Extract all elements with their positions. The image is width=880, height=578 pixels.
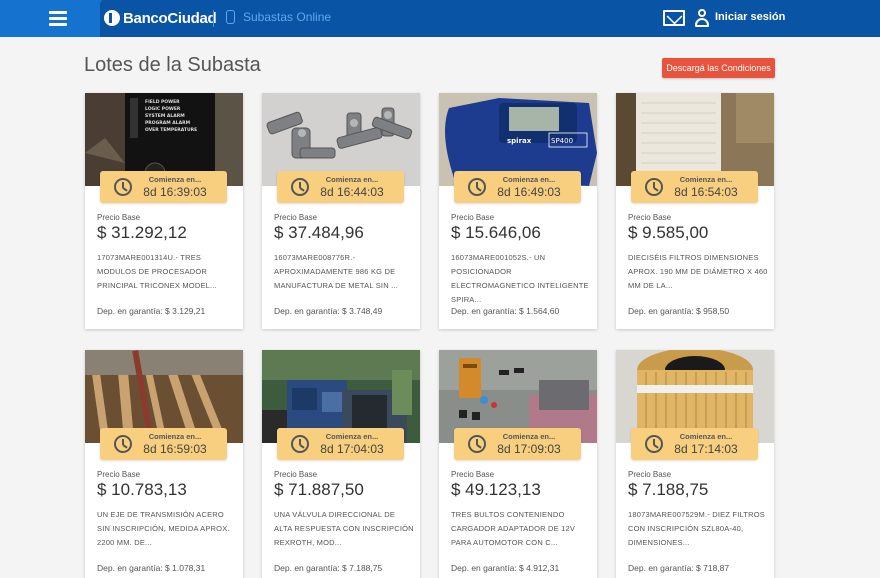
- lot-description: TRES BULTOS CONTENIENDO CARGADOR ADAPTAD…: [451, 510, 576, 547]
- brand-name: BancoCiudad: [123, 9, 217, 27]
- lot-card[interactable]: FIELD POWER LOGIC POWER SYSTEM ALARM PROGRA…: [85, 93, 243, 329]
- mouse-icon: [226, 10, 235, 24]
- countdown-badge: Comienza en... 8d 16:39:03: [100, 171, 227, 203]
- lot-card[interactable]: Comienza en... 8d 17:14:03 Precio Base $…: [616, 350, 774, 578]
- guarantee-deposit: Dep. en garantía: $ 7.188,75: [274, 563, 383, 573]
- countdown-badge: Comienza en... 8d 16:54:03: [631, 171, 758, 203]
- login-link[interactable]: Iniciar sesión: [715, 11, 785, 23]
- mail-icon[interactable]: [663, 10, 685, 26]
- price-label: Precio Base: [628, 470, 672, 479]
- countdown-value: 8d 17:09:03: [497, 442, 561, 456]
- header-accent-slant: [80, 0, 102, 37]
- base-price: $ 7.188,75: [628, 480, 709, 499]
- countdown-label: Comienza en...: [325, 432, 379, 441]
- countdown-value: 8d 16:39:03: [143, 185, 207, 199]
- menu-icon[interactable]: [49, 11, 67, 26]
- banco-ciudad-logo-icon: [104, 10, 120, 26]
- countdown-label: Comienza en...: [148, 175, 202, 184]
- svg-text:OVER TEMPERATURE: OVER TEMPERATURE: [145, 127, 197, 133]
- lot-description: UN EJE DE TRANSMISIÓN ACERO SIN INSCRIPC…: [97, 510, 230, 547]
- countdown-value: 8d 16:59:03: [143, 442, 207, 456]
- countdown-value: 8d 16:49:03: [497, 185, 561, 199]
- guarantee-deposit: Dep. en garantía: $ 3.129,21: [97, 306, 206, 316]
- price-label: Precio Base: [274, 213, 318, 222]
- svg-text:FIELD POWER: FIELD POWER: [145, 99, 180, 105]
- header-divider: [213, 10, 214, 27]
- countdown-badge: Comienza en... 8d 16:59:03: [100, 428, 227, 460]
- subastas-online-link[interactable]: Subastas Online: [226, 10, 331, 24]
- countdown-badge: Comienza en... 8d 16:44:03: [277, 171, 404, 203]
- lot-description: 16073MARE001052S.- UN POSICIONADOR ELECT…: [451, 253, 589, 304]
- lot-card[interactable]: spirax SP400 Comienza en... 8d 16:49:03 P…: [439, 93, 597, 329]
- price-label: Precio Base: [451, 470, 495, 479]
- lot-description: DIECISÉIS FILTROS DIMENSIONES APROX. 190…: [628, 253, 768, 290]
- base-price: $ 49.123,13: [451, 480, 541, 499]
- user-icon[interactable]: [695, 9, 709, 27]
- guarantee-deposit: Dep. en garantía: $ 4.912,31: [451, 563, 560, 573]
- countdown-value: 8d 16:44:03: [320, 185, 384, 199]
- price-label: Precio Base: [97, 213, 141, 222]
- lot-card[interactable]: Comienza en... 8d 16:54:03 Precio Base $…: [616, 93, 774, 329]
- price-label: Precio Base: [451, 213, 495, 222]
- base-price: $ 9.585,00: [628, 223, 709, 242]
- guarantee-deposit: Dep. en garantía: $ 958,50: [628, 306, 730, 316]
- countdown-label: Comienza en...: [502, 175, 556, 184]
- svg-text:SYSTEM ALARM: SYSTEM ALARM: [145, 113, 185, 119]
- brand-logo-link[interactable]: BancoCiudad: [104, 8, 217, 28]
- base-price: $ 37.484,96: [274, 223, 364, 242]
- top-header: BancoCiudad Subastas Online Iniciar sesi…: [0, 0, 880, 37]
- lot-description: UNA VÁLVULA DIRECCIONAL DE ALTA RESPUEST…: [274, 510, 414, 547]
- countdown-label: Comienza en...: [679, 175, 733, 184]
- countdown-badge: Comienza en... 8d 16:49:03: [454, 171, 581, 203]
- price-label: Precio Base: [97, 470, 141, 479]
- guarantee-deposit: Dep. en garantía: $ 3.748,49: [274, 306, 383, 316]
- countdown-value: 8d 17:04:03: [320, 442, 384, 456]
- svg-text:spirax: spirax: [507, 137, 532, 145]
- countdown-value: 8d 17:14:03: [674, 442, 738, 456]
- lot-card[interactable]: Comienza en... 8d 17:09:03 Precio Base $…: [439, 350, 597, 578]
- countdown-label: Comienza en...: [502, 432, 556, 441]
- countdown-label: Comienza en...: [148, 432, 202, 441]
- lot-description: 18073MARE007529M.- DIEZ FILTROS CON INSC…: [628, 510, 765, 547]
- svg-text:LOGIC POWER: LOGIC POWER: [145, 106, 181, 112]
- price-label: Precio Base: [628, 213, 672, 222]
- base-price: $ 15.646,06: [451, 223, 541, 242]
- svg-text:SP400: SP400: [551, 137, 573, 145]
- countdown-label: Comienza en...: [325, 175, 379, 184]
- countdown-badge: Comienza en... 8d 17:04:03: [277, 428, 404, 460]
- lot-description: 17073MARE001314U.- TRES MODULOS DE PROCE…: [97, 253, 217, 290]
- base-price: $ 10.783,13: [97, 480, 187, 499]
- guarantee-deposit: Dep. en garantía: $ 718,87: [628, 563, 730, 573]
- countdown-badge: Comienza en... 8d 17:14:03: [631, 428, 758, 460]
- svg-text:PROGRAM ALARM: PROGRAM ALARM: [145, 120, 191, 126]
- lot-card[interactable]: Comienza en... 8d 16:59:03 Precio Base $…: [85, 350, 243, 578]
- countdown-badge: Comienza en... 8d 17:09:03: [454, 428, 581, 460]
- lot-card[interactable]: Comienza en... 8d 16:44:03 Precio Base $…: [262, 93, 420, 329]
- page-title: Lotes de la Subasta: [84, 54, 261, 76]
- guarantee-deposit: Dep. en garantía: $ 1.564,60: [451, 306, 560, 316]
- countdown-value: 8d 16:54:03: [674, 185, 738, 199]
- lot-card[interactable]: Comienza en... 8d 17:04:03 Precio Base $…: [262, 350, 420, 578]
- lot-description: 16073MARE008776R.- APROXIMADAMENTE 986 K…: [274, 253, 398, 290]
- price-label: Precio Base: [274, 470, 318, 479]
- download-conditions-button[interactable]: Descargá las Condiciones: [662, 58, 775, 78]
- base-price: $ 71.887,50: [274, 480, 364, 499]
- section-name: Subastas Online: [243, 10, 332, 24]
- base-price: $ 31.292,12: [97, 223, 187, 242]
- guarantee-deposit: Dep. en garantía: $ 1.078,31: [97, 563, 206, 573]
- countdown-label: Comienza en...: [679, 432, 733, 441]
